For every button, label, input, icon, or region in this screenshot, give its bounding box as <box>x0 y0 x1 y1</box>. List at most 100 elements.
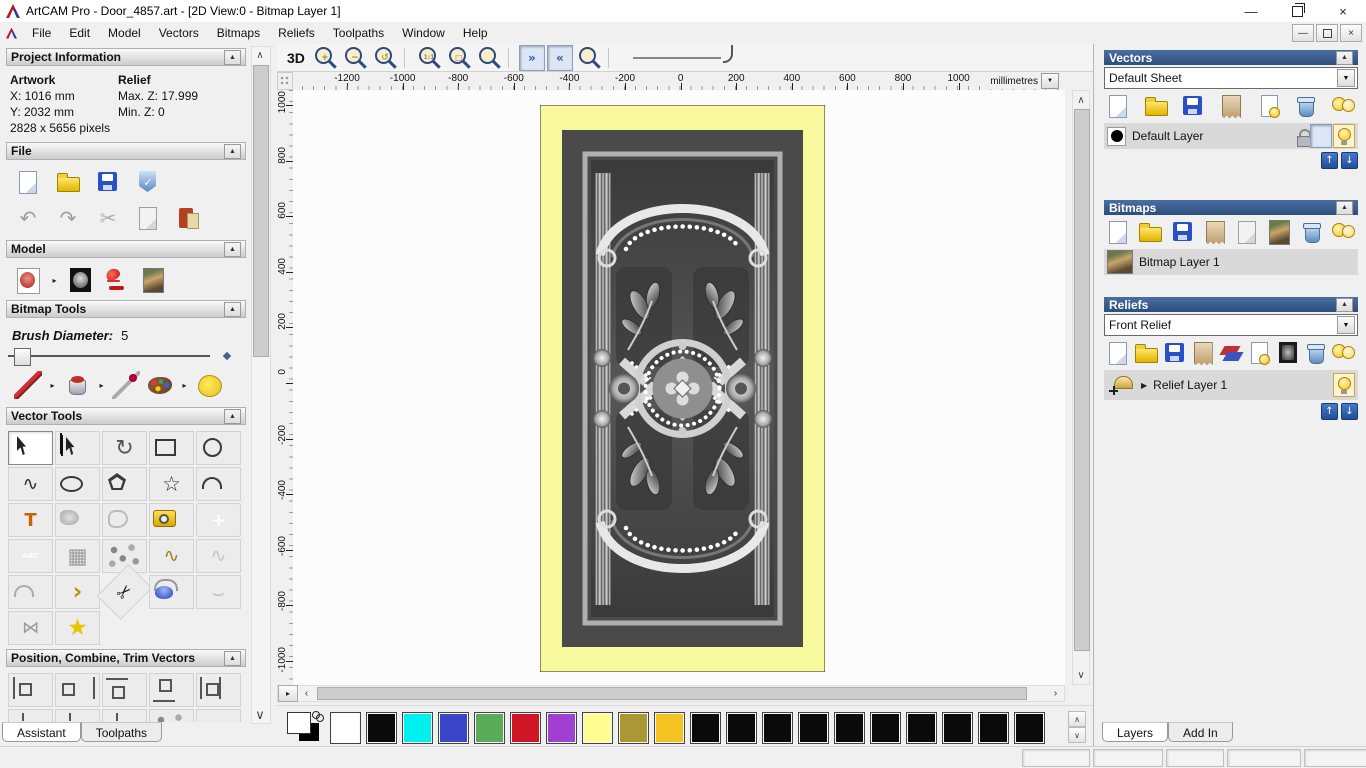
lock-layer-icon[interactable] <box>1289 124 1311 147</box>
transform-vectors-tool[interactable]: ↻ <box>102 431 147 465</box>
create-arc-tool[interactable] <box>196 467 241 501</box>
menu-toolpaths[interactable]: Toolpaths <box>324 24 393 42</box>
assistant-scrollbar[interactable]: ∧ ∨ <box>251 46 271 724</box>
palette-swatch[interactable] <box>582 712 613 744</box>
fit-spline-tool[interactable]: ∿ <box>149 539 194 573</box>
palette-swatch[interactable] <box>1014 712 1045 744</box>
text-block-tool[interactable]: ABC <box>8 539 53 573</box>
selected-colours-indicator[interactable] <box>285 711 325 743</box>
fit-arcs-tool[interactable] <box>8 575 53 609</box>
scatter-copies-icon[interactable] <box>149 709 194 722</box>
collapse-button[interactable]: ▲ <box>224 49 241 65</box>
collapse-button[interactable]: ▲ <box>1336 297 1353 312</box>
clear-bitmap-layer-icon[interactable] <box>1233 218 1261 246</box>
create-text-tool[interactable]: T <box>8 503 53 537</box>
edit-palette-icon[interactable] <box>146 371 174 399</box>
scroll-down-button[interactable]: ∨ <box>1073 667 1089 683</box>
layer-visibility-page-icon[interactable] <box>1255 92 1283 120</box>
units-dropdown-button[interactable]: ▼ <box>1041 73 1059 89</box>
restore-button[interactable] <box>1274 0 1320 22</box>
palette-swatch[interactable] <box>438 712 469 744</box>
new-vector-layer-icon[interactable] <box>1104 92 1132 120</box>
menu-file[interactable]: File <box>23 24 60 42</box>
model-section-header[interactable]: Model ▲ <box>6 240 246 258</box>
model-wizard-icon[interactable]: ✓ <box>134 168 162 196</box>
paint-brush-icon[interactable] <box>14 371 42 399</box>
flood-fill-icon[interactable] <box>63 371 91 399</box>
link-colours-icon[interactable] <box>312 711 324 722</box>
toggle-3d-view-button[interactable]: 3D <box>283 49 309 67</box>
palette-swatch[interactable] <box>510 712 541 744</box>
save-relief-layer-icon[interactable] <box>1161 339 1189 367</box>
vertical-scrollbar[interactable]: ∧ ∨ <box>1072 90 1090 685</box>
close-button[interactable]: × <box>1320 0 1366 22</box>
scroll-thumb[interactable] <box>253 65 269 357</box>
save-model-icon[interactable] <box>94 168 122 196</box>
select-vectors-tool[interactable] <box>8 431 53 465</box>
merge-relief-layers-icon[interactable] <box>1189 339 1217 367</box>
project-information-header[interactable]: Project Information ▲ <box>6 48 246 66</box>
slider-thumb[interactable] <box>14 348 31 366</box>
palette-swatch[interactable] <box>546 712 577 744</box>
save-bitmap-layer-icon[interactable] <box>1169 218 1197 246</box>
dropdown-arrow-icon[interactable]: ▼ <box>1337 316 1355 334</box>
palette-swatch[interactable] <box>870 712 901 744</box>
brush-diameter-slider[interactable] <box>8 347 238 366</box>
menu-window[interactable]: Window <box>393 24 454 42</box>
zoom-fit-icon[interactable]: □ <box>445 44 473 72</box>
vector-tools-header[interactable]: Vector Tools ▲ <box>6 407 246 425</box>
palette-swatch[interactable] <box>978 712 1009 744</box>
zoom-in-icon[interactable]: + <box>311 44 339 72</box>
new-bitmap-layer-icon[interactable] <box>1104 218 1132 246</box>
lighting-material-icon[interactable] <box>103 266 131 294</box>
collapse-button[interactable]: ▲ <box>224 650 241 666</box>
align-bottom-icon[interactable] <box>149 673 194 707</box>
move-layer-down-icon[interactable]: ↓ <box>1341 152 1358 169</box>
palette-swatch[interactable] <box>618 712 649 744</box>
layer-colour-chip[interactable] <box>1107 126 1126 146</box>
bitmaps-section-header[interactable]: Bitmaps ▲ <box>1104 200 1358 215</box>
layer-visibility-icon[interactable] <box>1333 124 1355 148</box>
child-restore-button[interactable] <box>1316 24 1338 42</box>
relief-layer-visibility-icon[interactable] <box>1333 373 1355 397</box>
zoom-objects-icon[interactable] <box>475 44 503 72</box>
menu-bitmaps[interactable]: Bitmaps <box>208 24 269 42</box>
2d-view[interactable] <box>293 90 1065 685</box>
align-stack-icon[interactable] <box>102 709 147 722</box>
palette-scroll-down-button[interactable]: ∨ <box>1068 727 1086 743</box>
bitmap-preview-icon[interactable] <box>1265 218 1293 246</box>
paste-special-tool[interactable]: + <box>196 503 241 537</box>
palette-swatch[interactable] <box>834 712 865 744</box>
set-model-size-icon[interactable] <box>14 266 42 294</box>
open-model-icon[interactable] <box>54 168 82 196</box>
collapse-button[interactable]: ▲ <box>224 301 241 317</box>
child-minimize-button[interactable]: — <box>1292 24 1314 42</box>
line-width-slider[interactable] <box>632 56 721 59</box>
measure-tool[interactable] <box>149 503 194 537</box>
palette-swatch[interactable] <box>330 712 361 744</box>
vector-sheet-select[interactable]: Default Sheet ▼ <box>1104 67 1358 89</box>
colour-reduction-icon[interactable] <box>195 371 223 399</box>
collapse-button[interactable]: ▲ <box>224 143 241 159</box>
open-relief-layer-icon[interactable] <box>1132 339 1160 367</box>
align-top-centre-icon[interactable] <box>55 709 100 722</box>
fit-polyline-tool[interactable]: ∿ <box>196 539 241 573</box>
delete-vector-layer-icon[interactable] <box>1292 92 1320 120</box>
menu-vectors[interactable]: Vectors <box>150 24 208 42</box>
palette-swatch[interactable] <box>762 712 793 744</box>
minimize-button[interactable]: — <box>1228 0 1274 22</box>
collapse-button[interactable]: ▲ <box>224 241 241 257</box>
scroll-up-button[interactable]: ∧ <box>252 47 268 63</box>
ruler-corner-icon[interactable] <box>277 72 293 90</box>
scroll-left-button[interactable]: ‹ <box>298 686 315 701</box>
bitmap-tools-header[interactable]: Bitmap Tools ▲ <box>6 300 246 318</box>
palette-swatch[interactable] <box>906 712 937 744</box>
palette-swatch[interactable] <box>726 712 757 744</box>
vector-layer-row[interactable]: Default Layer <box>1104 123 1358 149</box>
scroll-thumb[interactable] <box>317 687 1027 700</box>
primary-colour[interactable] <box>287 712 311 734</box>
align-top-left-icon[interactable] <box>8 709 53 722</box>
create-ellipse-tool[interactable] <box>55 467 100 501</box>
align-left-icon[interactable] <box>8 673 53 707</box>
scroll-right-button[interactable]: › <box>1047 686 1064 701</box>
